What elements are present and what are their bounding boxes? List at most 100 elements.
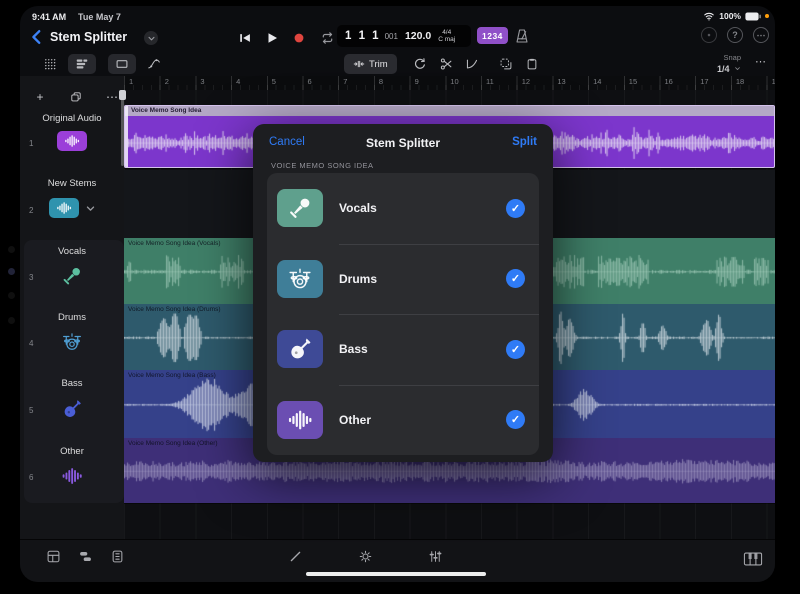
play-button[interactable] <box>265 31 279 45</box>
waves-icon <box>61 465 83 487</box>
metronome-button[interactable] <box>514 28 530 44</box>
checkmark-icon[interactable]: ✓ <box>506 269 525 288</box>
repeat-icon <box>499 57 513 71</box>
toolbar-right: ? ⋯ <box>701 27 769 43</box>
ruler-bar-19: 19 <box>772 77 775 86</box>
capture-button[interactable] <box>701 27 717 43</box>
split-button[interactable]: Split <box>512 136 537 148</box>
track-icon-group <box>20 198 124 218</box>
plugins-button[interactable] <box>78 549 93 564</box>
bar-ruler[interactable]: 12345678910111213141516171819 <box>124 76 775 90</box>
grid-view-button[interactable] <box>38 54 62 74</box>
playhead-ticks: 001 <box>385 32 398 41</box>
loop-icon <box>413 57 427 71</box>
waves-icon <box>64 133 80 149</box>
track-name: Other <box>20 446 124 457</box>
cycle-button[interactable] <box>319 31 336 45</box>
automation-button[interactable] <box>142 54 166 74</box>
ruler-bar-11: 11 <box>486 77 494 86</box>
count-in-button[interactable]: 1234 <box>477 27 508 44</box>
clock: 9:41 AM <box>32 12 66 22</box>
stem-row-other[interactable]: Other ✓ <box>267 385 539 456</box>
ruler-bar-1: 1 <box>129 77 133 86</box>
wifi-icon <box>703 11 715 21</box>
snap-label: Snap <box>717 53 741 63</box>
waves-icon <box>56 200 72 216</box>
mixer-button[interactable] <box>428 549 443 564</box>
edit-toolbar: Trim Snap 1/4 ⋯ <box>20 52 775 77</box>
track-icon-group <box>20 131 124 151</box>
stem-label: Other <box>339 413 371 427</box>
track-header-drums[interactable]: 4Drums <box>20 304 124 370</box>
loop-tool-button[interactable] <box>408 54 432 74</box>
status-bar: 9:41 AM Tue May 7 100% <box>20 6 775 26</box>
playhead-position: 1 1 1 <box>345 30 381 42</box>
snap-value: 1/4 <box>717 64 730 74</box>
track-region-tile <box>49 198 79 218</box>
editor-button[interactable] <box>110 549 125 564</box>
stem-tile-bass <box>277 330 323 368</box>
back-button[interactable] <box>28 28 46 46</box>
track-header-new-stems[interactable]: 2New Stems <box>20 170 124 238</box>
track-icon-group <box>20 398 124 420</box>
track-header-other[interactable]: 6Other <box>20 438 124 503</box>
bezel-dot <box>8 292 15 299</box>
fade-tool-button[interactable] <box>460 54 484 74</box>
ruler-bar-3: 3 <box>200 77 204 86</box>
lcd-display[interactable]: 1 1 1 001 120.0 4/4 C maj <box>337 25 471 47</box>
checkmark-icon[interactable]: ✓ <box>506 199 525 218</box>
stem-list: Vocals✓Drums✓Bass✓ Other ✓ <box>267 173 539 455</box>
track-name: Vocals <box>20 246 124 257</box>
edit-more-button[interactable]: ⋯ <box>755 55 767 68</box>
checkmark-icon[interactable]: ✓ <box>506 410 525 429</box>
bezel-dot <box>8 268 15 275</box>
time-signature: 4/4 <box>442 29 451 36</box>
main-toolbar: Stem Splitter 1 1 1 001 120.0 4/4 C maj … <box>20 24 775 52</box>
split-tool-button[interactable] <box>434 54 458 74</box>
help-button[interactable]: ? <box>727 27 743 43</box>
browser-button[interactable] <box>46 549 61 564</box>
record-button[interactable] <box>292 31 306 45</box>
track-name: Original Audio <box>20 113 124 124</box>
marquee-tool-button[interactable] <box>108 54 136 74</box>
stem-row-vocals[interactable]: Vocals✓ <box>267 173 539 244</box>
track-icon-group <box>20 265 124 287</box>
drums-icon <box>61 331 83 353</box>
controls-button[interactable] <box>358 549 373 564</box>
track-headers: 1Original Audio2New Stems3Vocals4Drums5B… <box>20 90 124 540</box>
pencil-button[interactable] <box>288 549 303 564</box>
paste-icon <box>525 57 539 71</box>
keyboard-button[interactable] <box>743 552 763 566</box>
track-header-vocals[interactable]: 3Vocals <box>20 238 124 304</box>
ruler-bar-2: 2 <box>165 77 169 86</box>
snap-setting[interactable]: Snap 1/4 <box>717 53 741 74</box>
stem-row-bass[interactable]: Bass✓ <box>267 314 539 385</box>
track-header-original-audio[interactable]: 1Original Audio <box>20 105 124 168</box>
playhead-handle[interactable] <box>119 90 126 100</box>
tracks-view-button[interactable] <box>68 54 96 74</box>
bottom-toolbar <box>20 539 775 582</box>
mic-icon <box>61 265 83 287</box>
separator <box>339 385 539 386</box>
paste-button[interactable] <box>520 54 544 74</box>
home-indicator[interactable] <box>306 572 486 577</box>
repeat-section-button[interactable] <box>494 54 518 74</box>
grid-icon <box>43 57 57 71</box>
more-options-button[interactable]: ⋯ <box>753 27 769 43</box>
ruler-bar-15: 15 <box>629 77 637 86</box>
stack-disclosure-icon[interactable] <box>85 203 96 214</box>
trim-tool-button[interactable]: Trim <box>344 54 397 74</box>
app-window: 9:41 AM Tue May 7 100% Stem Splitter 1 1… <box>20 6 775 582</box>
region-title-bar: Voice Memo Song Idea <box>125 106 774 116</box>
track-name: Drums <box>20 312 124 323</box>
battery-icon <box>745 12 761 21</box>
checkmark-icon[interactable]: ✓ <box>506 340 525 359</box>
trim-label: Trim <box>369 59 388 70</box>
stem-row-drums[interactable]: Drums✓ <box>267 244 539 315</box>
track-header-bass[interactable]: 5Bass <box>20 370 124 438</box>
go-to-beginning-button[interactable] <box>238 31 252 45</box>
ruler-bar-12: 12 <box>522 77 530 86</box>
track-name: Bass <box>20 378 124 389</box>
trim-icon <box>353 58 365 70</box>
title-menu-button[interactable] <box>144 31 158 45</box>
